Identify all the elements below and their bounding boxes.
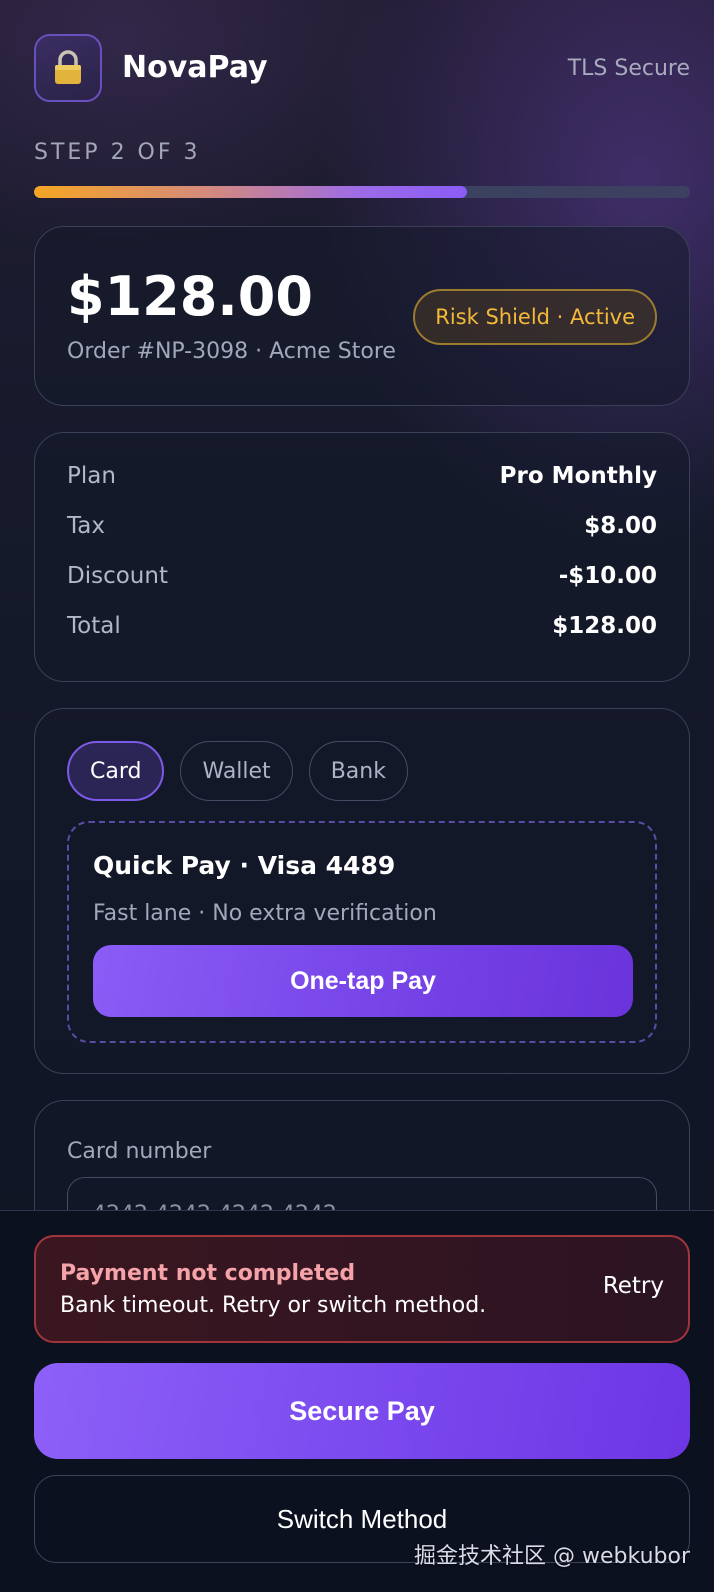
tls-secure-label: TLS Secure (567, 56, 690, 81)
line-item-tax: Tax $8.00 (67, 513, 657, 547)
payment-method-card: Card Wallet Bank Quick Pay · Visa 4489 F… (34, 708, 690, 1074)
quick-pay-subtitle: Fast lane · No extra verification (93, 901, 437, 926)
quick-pay-panel: Quick Pay · Visa 4489 Fast lane · No ext… (67, 821, 657, 1043)
line-item-value: $128.00 (552, 613, 657, 639)
secure-pay-button[interactable]: Secure Pay (34, 1363, 690, 1459)
line-item-plan: Plan Pro Monthly (67, 463, 657, 497)
risk-shield-badge: Risk Shield · Active (413, 289, 657, 345)
quick-pay-title: Quick Pay · Visa 4489 (93, 851, 396, 880)
tab-wallet[interactable]: Wallet (180, 741, 293, 801)
alert-title: Payment not completed (60, 1261, 356, 1286)
order-amount: $128.00 (67, 265, 313, 328)
method-tabs: Card Wallet Bank (67, 741, 408, 801)
one-tap-pay-button[interactable]: One-tap Pay (93, 945, 633, 1017)
progress-fill (34, 186, 467, 198)
line-item-total: Total $128.00 (67, 613, 657, 647)
alert-message: Bank timeout. Retry or switch method. (60, 1293, 487, 1318)
sticky-footer: Payment not completed Bank timeout. Retr… (0, 1210, 714, 1592)
line-items-card: Plan Pro Monthly Tax $8.00 Discount -$10… (34, 432, 690, 682)
line-item-value: $8.00 (584, 513, 657, 539)
line-item-label: Discount (67, 563, 168, 589)
header: NovaPay TLS Secure (34, 34, 690, 102)
line-item-label: Tax (67, 513, 105, 539)
line-item-value: Pro Monthly (499, 463, 657, 489)
lock-icon (34, 34, 102, 102)
watermark: 掘金技术社区 @ webkubor (414, 1544, 690, 1569)
tab-bank[interactable]: Bank (308, 741, 408, 801)
card-number-label: Card number (67, 1139, 212, 1164)
order-summary-card: $128.00 Order #NP-3098 · Acme Store Risk… (34, 226, 690, 406)
line-item-value: -$10.00 (558, 563, 657, 589)
step-indicator: STEP 2 OF 3 (34, 140, 201, 165)
line-item-discount: Discount -$10.00 (67, 563, 657, 597)
retry-button[interactable]: Retry (603, 1273, 664, 1299)
brand-name: NovaPay (122, 50, 268, 85)
line-item-label: Total (67, 613, 121, 639)
tab-card[interactable]: Card (67, 741, 165, 801)
order-reference: Order #NP-3098 · Acme Store (67, 339, 396, 364)
line-item-label: Plan (67, 463, 116, 489)
progress-bar (34, 186, 690, 198)
error-alert: Payment not completed Bank timeout. Retr… (34, 1235, 690, 1343)
